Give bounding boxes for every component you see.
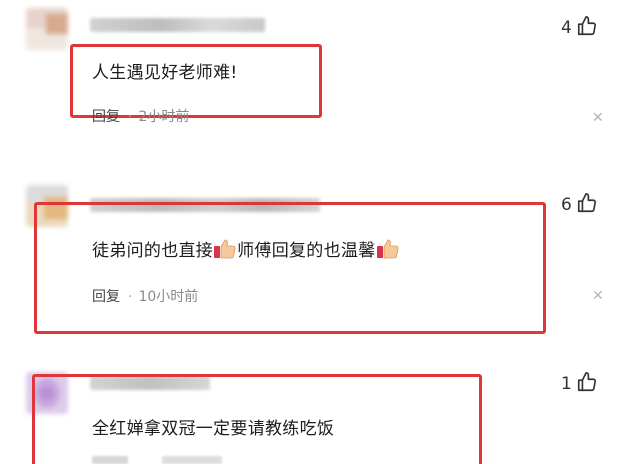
comment-text-part2: 师傅回复的也温馨 <box>237 241 376 261</box>
timestamp: 2小时前 <box>138 109 190 125</box>
like-button[interactable]: 1 <box>561 371 598 397</box>
avatar[interactable] <box>26 8 68 50</box>
comment-text: 徒弟问的也直接 师傅回复的也温馨 <box>92 236 400 261</box>
reply-button[interactable]: 回复 <box>92 289 120 305</box>
separator-dot: · <box>128 289 133 305</box>
comment-text-part1: 徒弟问的也直接 <box>92 241 214 261</box>
separator-dot: · <box>128 109 133 125</box>
thumbs-up-icon <box>576 192 598 218</box>
highlight-box <box>34 202 546 334</box>
comment-text: 全红婵拿双冠一定要请教练吃饭 <box>92 419 335 439</box>
thumbs-up-icon <box>576 371 598 397</box>
like-count: 4 <box>561 18 572 38</box>
like-count: 6 <box>561 195 572 215</box>
comment-meta: 回复 · 10小时前 <box>92 286 198 306</box>
comment-item: 人生遇见好老师难! 回复 · 2小时前 4 ✕ <box>0 0 640 150</box>
comment-list: 人生遇见好老师难! 回复 · 2小时前 4 ✕ 徒弟问的也直接 师傅回复的也温馨 <box>0 0 640 464</box>
close-icon[interactable]: ✕ <box>592 111 604 125</box>
like-button[interactable]: 4 <box>561 15 598 41</box>
like-count: 1 <box>561 374 572 394</box>
comment-text: 人生遇见好老师难! <box>92 63 238 83</box>
comment-meta: 回复 · 2小时前 <box>92 106 189 126</box>
like-button[interactable]: 6 <box>561 192 598 218</box>
comment-item: 徒弟问的也直接 师傅回复的也温馨 回复 · 10小时前 6 ✕ <box>0 150 640 340</box>
thumbs-up-icon <box>576 15 598 41</box>
reply-button[interactable]: 回复 <box>92 109 120 125</box>
close-icon[interactable]: ✕ <box>592 289 604 303</box>
comment-meta-partial <box>92 454 232 464</box>
username-blurred[interactable] <box>90 18 265 32</box>
thumbs-up-emoji <box>214 239 236 259</box>
timestamp: 10小时前 <box>138 289 199 305</box>
comment-item: 全红婵拿双冠一定要请教练吃饭 1 <box>0 340 640 464</box>
thumbs-up-emoji <box>376 239 399 259</box>
